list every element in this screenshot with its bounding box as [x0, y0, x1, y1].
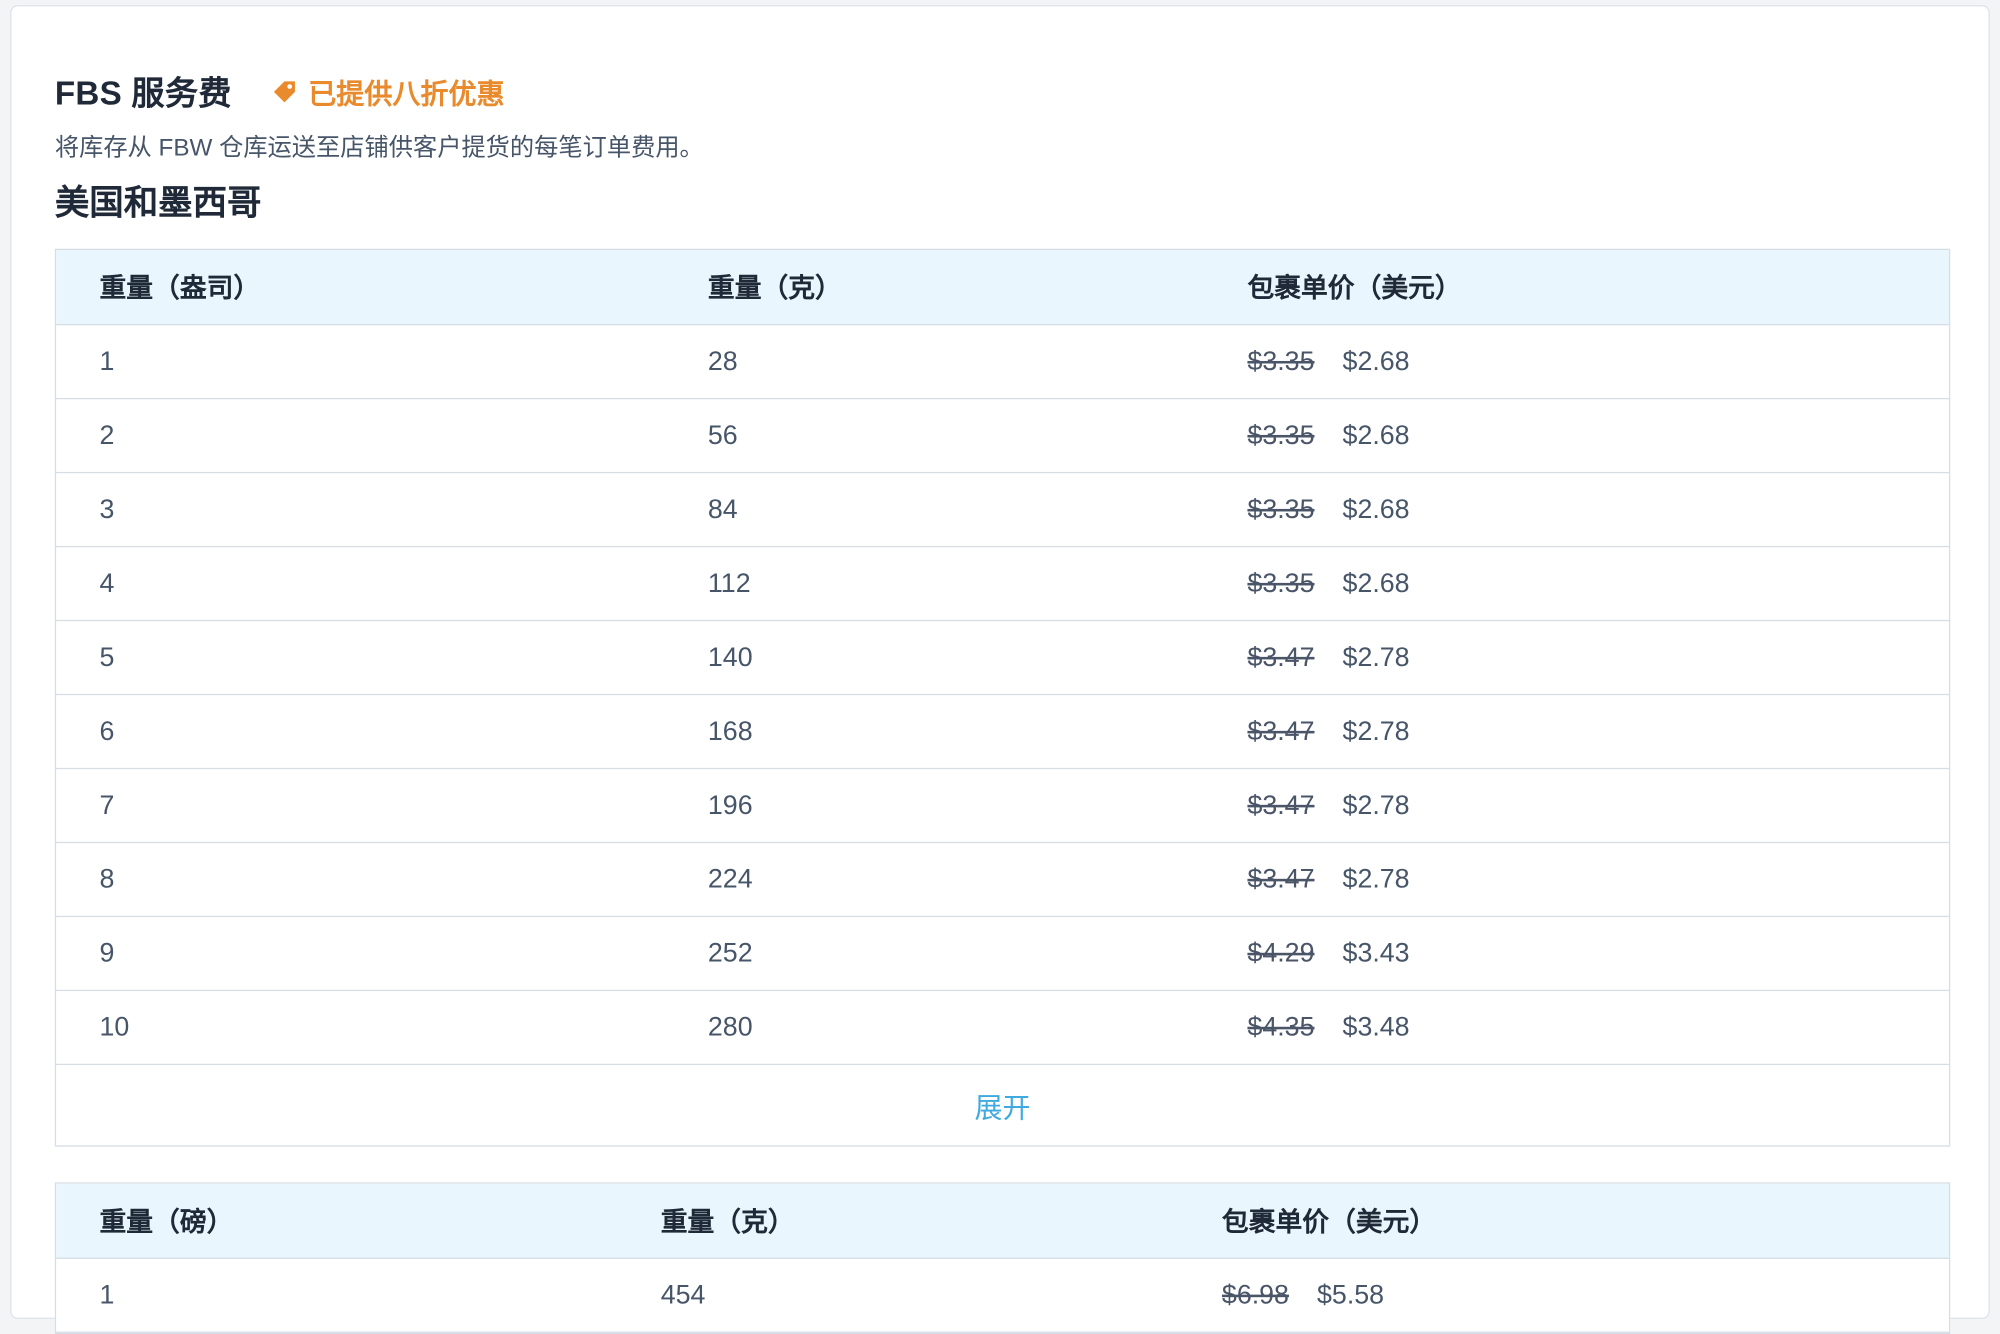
grams-cell: 84 [707, 494, 738, 524]
header-weight-pounds: 重量（磅） [99, 1207, 234, 1238]
original-price: $6.98 [1221, 1279, 1289, 1310]
weight-cell: 10 [99, 1012, 130, 1042]
table-row: 9 252 $4.29 $3.43 [56, 917, 1949, 992]
table-row: 10 280 $4.35 $3.48 [56, 991, 1949, 1066]
header-weight-grams: 重量（克） [707, 274, 842, 304]
grams-cell: 224 [707, 864, 753, 894]
fbs-fee-card: FBS 服务费 已提供八折优惠 将库存从 FBW 仓库运送至店铺供客户提货的每笔… [10, 5, 1990, 1334]
grams-cell: 252 [707, 938, 753, 968]
original-price: $3.47 [1247, 716, 1315, 746]
fee-table-ounces: 重量（盎司） 重量（克） 包裹单价（美元） 1 28 $3.35 $2.68 2… [54, 248, 1951, 1147]
price-cell: $6.98 $5.58 [1222, 1259, 1384, 1332]
weight-cell: 9 [99, 938, 115, 968]
section-description: 将库存从 FBW 仓库运送至店铺供客户提货的每笔订单费用。 [54, 135, 704, 162]
section-header: FBS 服务费 已提供八折优惠 [55, 68, 505, 115]
original-price: $4.35 [1247, 1012, 1315, 1042]
price-cell: $3.35 $2.68 [1247, 473, 1409, 546]
original-price: $3.35 [1247, 420, 1315, 450]
grams-cell: 454 [660, 1279, 706, 1310]
price-cell: $3.47 $2.78 [1247, 843, 1409, 916]
discounted-price: $2.78 [1342, 642, 1410, 672]
table-header: 重量（盎司） 重量（克） 包裹单价（美元） [56, 249, 1949, 326]
original-price: $3.47 [1247, 642, 1315, 672]
header-unit-price: 包裹单价（美元） [1221, 1207, 1437, 1238]
table-row: 8 224 $3.47 $2.78 [56, 843, 1949, 918]
original-price: $3.47 [1247, 864, 1315, 894]
price-cell: $3.47 $2.78 [1247, 695, 1409, 768]
price-cell: $3.35 $2.68 [1247, 325, 1409, 398]
expand-link[interactable]: 展开 [56, 1065, 1949, 1145]
weight-cell: 7 [99, 790, 115, 820]
discounted-price: $3.43 [1342, 938, 1410, 968]
price-cell: $4.35 $3.48 [1247, 991, 1409, 1064]
grams-cell: 168 [707, 716, 753, 746]
weight-cell: 5 [99, 642, 115, 672]
discounted-price: $5.58 [1317, 1279, 1385, 1310]
price-cell: $3.47 $2.78 [1247, 769, 1409, 842]
header-weight-grams: 重量（克） [660, 1207, 795, 1238]
discounted-price: $2.68 [1342, 494, 1410, 524]
tag-icon [273, 80, 295, 102]
table-row: 3 84 $3.35 $2.68 [56, 473, 1949, 548]
weight-cell: 4 [99, 568, 115, 598]
region-title: 美国和墨西哥 [54, 183, 262, 222]
original-price: $3.35 [1247, 568, 1315, 598]
table-row: 7 196 $3.47 $2.78 [56, 769, 1949, 844]
discounted-price: $2.78 [1342, 790, 1410, 820]
price-cell: $3.47 $2.78 [1247, 621, 1409, 694]
discounted-price: $2.68 [1342, 568, 1410, 598]
original-price: $3.35 [1247, 494, 1315, 524]
header-unit-price: 包裹单价（美元） [1247, 274, 1462, 304]
discount-badge: 已提供八折优惠 [270, 71, 505, 112]
table-row: 1 28 $3.35 $2.68 [56, 325, 1949, 400]
section-title: FBS 服务费 [54, 73, 232, 113]
discounted-price: $2.78 [1342, 716, 1410, 746]
table-row: 4 112 $3.35 $2.68 [56, 547, 1949, 622]
discount-badge-label: 已提供八折优惠 [308, 77, 505, 110]
price-cell: $3.35 $2.68 [1247, 399, 1409, 472]
header-weight-ounces: 重量（盎司） [99, 274, 261, 304]
weight-cell: 1 [99, 1279, 115, 1310]
table-row: 5 140 $3.47 $2.78 [56, 621, 1949, 696]
weight-cell: 8 [99, 864, 115, 894]
discounted-price: $2.78 [1342, 864, 1410, 894]
original-price: $4.29 [1247, 938, 1315, 968]
table-row: 1 454 $6.98 $5.58 [56, 1259, 1949, 1333]
grams-cell: 28 [707, 346, 738, 376]
price-cell: $4.29 $3.43 [1247, 917, 1409, 990]
table-row: 2 56 $3.35 $2.68 [56, 399, 1949, 474]
weight-cell: 1 [99, 346, 115, 376]
weight-cell: 3 [99, 494, 115, 524]
grams-cell: 56 [707, 420, 738, 450]
table-row: 6 168 $3.47 $2.78 [56, 695, 1949, 770]
grams-cell: 196 [707, 790, 753, 820]
price-cell: $3.35 $2.68 [1247, 547, 1409, 620]
discounted-price: $2.68 [1342, 346, 1410, 376]
grams-cell: 280 [707, 1012, 753, 1042]
original-price: $3.35 [1247, 346, 1315, 376]
original-price: $3.47 [1247, 790, 1315, 820]
table-header: 重量（磅） 重量（克） 包裹单价（美元） [56, 1183, 1949, 1259]
weight-cell: 2 [99, 420, 115, 450]
grams-cell: 140 [707, 642, 753, 672]
weight-cell: 6 [99, 716, 115, 746]
fee-table-pounds: 重量（磅） 重量（克） 包裹单价（美元） 1 454 $6.98 $5.58 [54, 1182, 1951, 1334]
discounted-price: $2.68 [1342, 420, 1410, 450]
discounted-price: $3.48 [1342, 1012, 1410, 1042]
grams-cell: 112 [707, 568, 751, 598]
